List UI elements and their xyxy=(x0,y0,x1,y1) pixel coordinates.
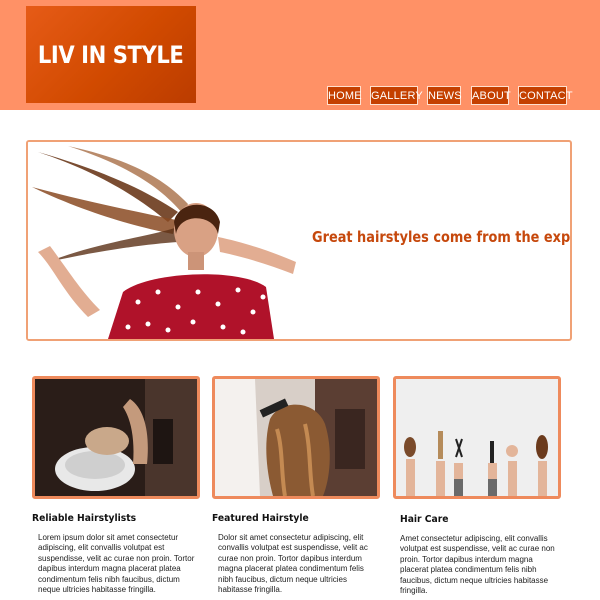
site-header: LIV IN STYLE HOME GALLERY NEWS ABOUT CON… xyxy=(0,0,600,110)
hero-woman-hair-image xyxy=(28,142,318,339)
nav-home-link[interactable]: HOME xyxy=(327,86,362,105)
card-hair-care: Hair Care Amet consectetur adipiscing, e… xyxy=(393,376,561,596)
card-title: Hair Care xyxy=(400,514,449,525)
card-title: Reliable Hairstylists xyxy=(32,513,137,524)
card-body-text: Lorem ipsum dolor sit amet consectetur a… xyxy=(38,533,195,595)
card-curling-hair-image xyxy=(212,376,380,499)
hero-banner: Great hairstyles come from the experts. xyxy=(26,140,572,341)
card-body-text: Amet consectetur adipiscing, elit conval… xyxy=(400,534,555,596)
nav-gallery-link[interactable]: GALLERY xyxy=(370,86,423,105)
logo-text: LIV IN STYLE xyxy=(38,40,184,69)
card-featured-hairstyle: Featured Hairstyle Dolor sit amet consec… xyxy=(212,376,380,595)
card-title: Featured Hairstyle xyxy=(212,513,309,524)
card-body-text: Dolor sit amet consectetur adipiscing, e… xyxy=(218,533,368,595)
nav-contact-link[interactable]: CONTACT xyxy=(518,86,573,105)
main-nav: HOME GALLERY NEWS ABOUT CONTACT xyxy=(0,86,600,106)
nav-about-link[interactable]: ABOUT xyxy=(471,86,511,105)
hero-tagline: Great hairstyles come from the experts. xyxy=(312,228,571,246)
card-salon-wash-image xyxy=(32,376,200,499)
card-hair-tools-image xyxy=(393,376,561,499)
nav-news-link[interactable]: NEWS xyxy=(427,86,462,105)
card-reliable-hairstylists: Reliable Hairstylists Lorem ipsum dolor … xyxy=(32,376,200,595)
